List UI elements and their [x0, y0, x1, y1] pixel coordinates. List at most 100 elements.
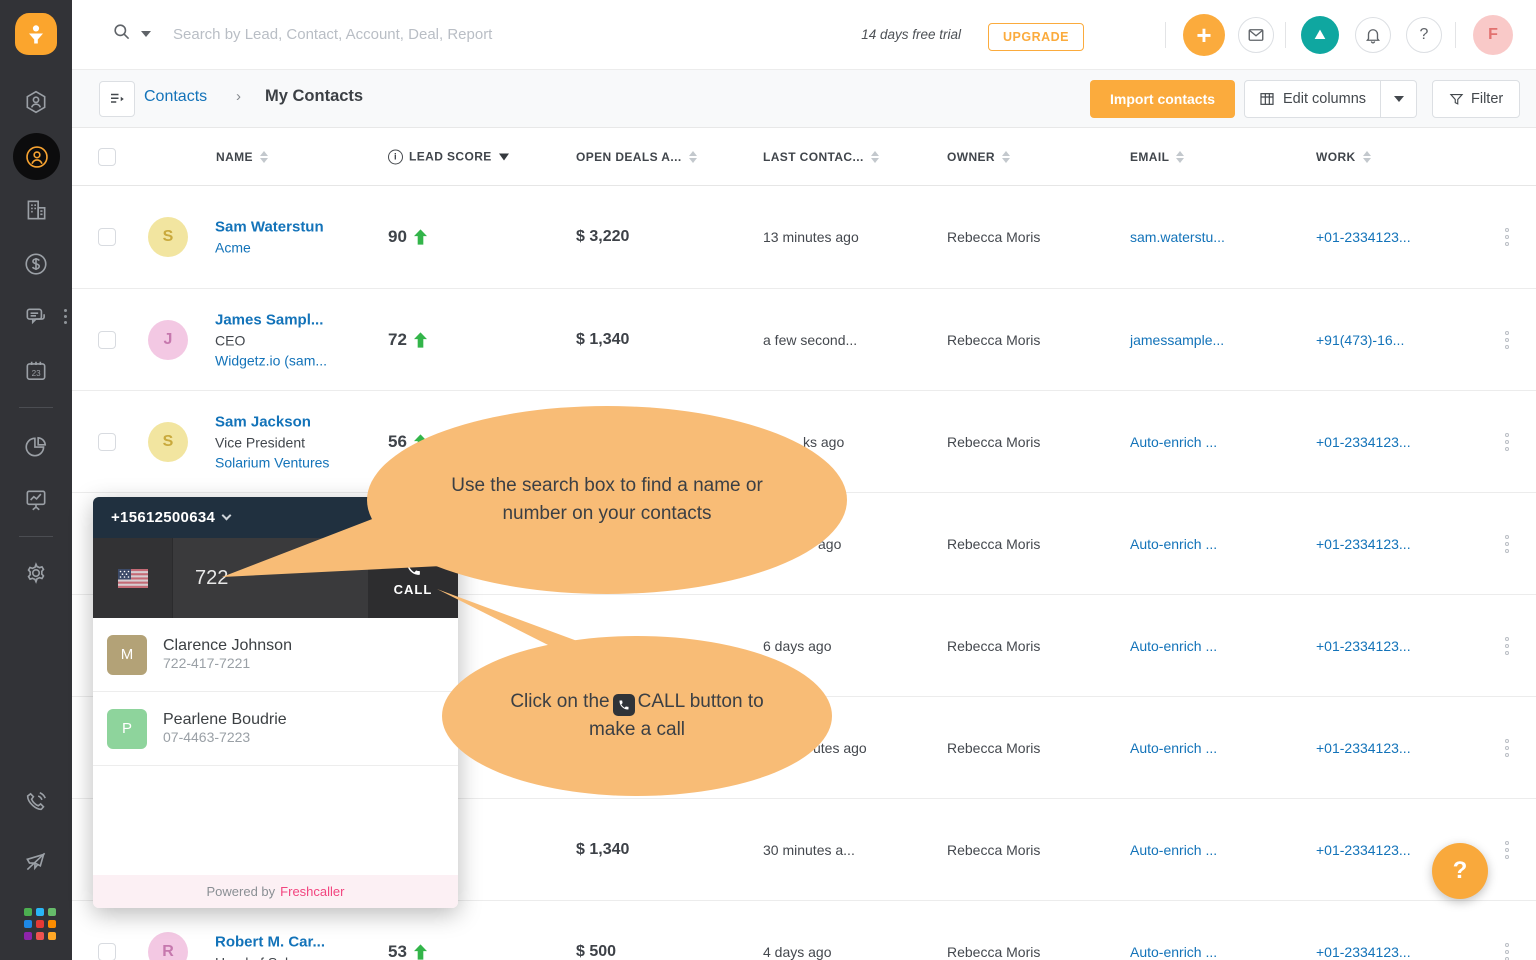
country-flag-selector[interactable] — [93, 538, 173, 618]
email-link[interactable]: Auto-enrich ... — [1130, 638, 1217, 654]
chevron-down-icon[interactable] — [222, 511, 232, 521]
col-header-owner[interactable]: OWNER — [947, 150, 1010, 164]
global-search[interactable]: Search by Lead, Contact, Account, Deal, … — [112, 22, 492, 46]
freshworks-switcher-icon[interactable] — [1301, 16, 1339, 54]
table-row[interactable]: R Robert M. Car... Head of Sales 53 $ 50… — [72, 900, 1536, 960]
contact-name-link[interactable]: James Sampl... — [215, 311, 380, 328]
last-contacted-value: 30 minutes a... — [763, 842, 855, 858]
help-button[interactable]: ? — [1406, 17, 1442, 53]
sidebar-item-campaigns[interactable] — [0, 840, 72, 884]
app-grid-icon[interactable] — [24, 908, 56, 940]
email-link[interactable]: jamessample... — [1130, 332, 1224, 348]
sidebar-item-phone[interactable] — [0, 780, 72, 824]
dialer-contact-item[interactable]: M Clarence Johnson 722-417-7221 — [93, 618, 458, 692]
notifications-button[interactable] — [1355, 17, 1391, 53]
row-checkbox[interactable] — [98, 331, 116, 349]
email-link[interactable]: Auto-enrich ... — [1130, 842, 1217, 858]
dialer-contact-item[interactable]: P Pearlene Boudrie 07-4463-7223 — [93, 692, 458, 766]
email-link[interactable]: Auto-enrich ... — [1130, 434, 1217, 450]
col-header-work[interactable]: WORK — [1316, 150, 1371, 164]
sidebar-item-accounts[interactable] — [0, 188, 72, 232]
sort-desc-icon[interactable] — [499, 153, 509, 160]
upgrade-button[interactable]: UPGRADE — [988, 23, 1084, 51]
sidebar-item-deals[interactable] — [0, 242, 72, 286]
sidebar-item-conversations[interactable] — [0, 296, 72, 340]
work-phone-link[interactable]: +01-2334123... — [1316, 740, 1411, 756]
edit-columns-caret-button[interactable] — [1381, 80, 1417, 118]
work-phone-link[interactable]: +01-2334123... — [1316, 536, 1411, 552]
contact-company-link[interactable]: Acme — [215, 240, 380, 256]
view-selector-button[interactable] — [99, 81, 135, 117]
col-header-lead-score[interactable]: i LEAD SCORE — [388, 149, 509, 164]
col-header-open-deals[interactable]: OPEN DEALS A... — [576, 150, 697, 164]
sidebar-item-dashboard[interactable] — [0, 425, 72, 469]
row-menu-dots[interactable] — [1505, 228, 1509, 246]
table-row[interactable]: J James Sampl... CEO Widgetz.io (sam... … — [72, 288, 1536, 390]
owner-value: Rebecca Moris — [947, 740, 1040, 756]
user-avatar[interactable]: F — [1473, 15, 1513, 55]
work-phone-link[interactable]: +01-2334123... — [1316, 944, 1411, 960]
row-menu-dots[interactable] — [1505, 739, 1509, 757]
sidebar-item-settings[interactable] — [0, 551, 72, 595]
conversations-overflow-dots[interactable] — [64, 309, 67, 324]
search-placeholder[interactable]: Search by Lead, Contact, Account, Deal, … — [173, 26, 492, 43]
open-deals-value: $ 1,340 — [576, 841, 629, 859]
freshsales-logo[interactable] — [15, 13, 57, 55]
row-checkbox[interactable] — [98, 433, 116, 451]
sort-icon[interactable] — [1002, 151, 1010, 163]
row-menu-dots[interactable] — [1505, 943, 1509, 960]
row-menu-dots[interactable] — [1505, 841, 1509, 859]
contact-company-link[interactable]: Solarium Ventures — [215, 454, 380, 470]
row-menu-dots[interactable] — [1505, 535, 1509, 553]
row-menu-dots[interactable] — [1505, 637, 1509, 655]
sidebar-item-reports[interactable] — [0, 478, 72, 522]
search-scope-caret-icon[interactable] — [141, 31, 151, 37]
contact-company-link[interactable]: Widgetz.io (sam... — [215, 352, 380, 368]
work-phone-link[interactable]: +01-2334123... — [1316, 229, 1411, 245]
row-menu-dots[interactable] — [1505, 331, 1509, 349]
help-fab-button[interactable]: ? — [1432, 843, 1488, 899]
sort-icon[interactable] — [689, 151, 697, 163]
contact-name-link[interactable]: Sam Jackson — [215, 413, 380, 430]
work-phone-link[interactable]: +01-2334123... — [1316, 638, 1411, 654]
trial-text: 14 days free trial — [861, 27, 961, 42]
sidebar-item-calendar[interactable]: 23 — [0, 349, 72, 393]
work-phone-link[interactable]: +01-2334123... — [1316, 434, 1411, 450]
contact-avatar: M — [107, 635, 147, 675]
work-phone-link[interactable]: +91(473)-16... — [1316, 332, 1404, 348]
filter-button[interactable]: Filter — [1432, 80, 1520, 118]
sort-icon[interactable] — [260, 151, 268, 163]
open-deals-value: $ 500 — [576, 943, 616, 960]
info-icon[interactable]: i — [388, 149, 403, 164]
col-header-last-contacted[interactable]: LAST CONTAC... — [763, 150, 879, 164]
import-contacts-button[interactable]: Import contacts — [1090, 80, 1235, 118]
last-contacted-value: a few second... — [763, 332, 857, 348]
col-header-email[interactable]: EMAIL — [1130, 150, 1184, 164]
contact-name-link[interactable]: Sam Waterstun — [215, 219, 380, 236]
sort-icon[interactable] — [871, 151, 879, 163]
email-link[interactable]: Auto-enrich ... — [1130, 740, 1217, 756]
row-checkbox[interactable] — [98, 943, 116, 960]
quick-add-button[interactable]: + — [1183, 14, 1225, 56]
call-tip-text: Click on theCALL button to make a call — [487, 688, 787, 744]
table-row[interactable]: S Sam Waterstun Acme 90 $ 3,220 13 minut… — [72, 186, 1536, 288]
edit-columns-button[interactable]: Edit columns — [1244, 80, 1381, 118]
breadcrumb-contacts-link[interactable]: Contacts — [144, 88, 207, 106]
row-menu-dots[interactable] — [1505, 433, 1509, 451]
caller-number: +15612500634 — [111, 509, 215, 526]
email-button[interactable] — [1238, 17, 1274, 53]
email-link[interactable]: Auto-enrich ... — [1130, 536, 1217, 552]
contact-avatar: S — [148, 422, 188, 462]
select-all-checkbox[interactable] — [98, 148, 116, 166]
freshcaller-brand-link[interactable]: Freshcaller — [280, 884, 344, 899]
sidebar-item-contacts-active[interactable] — [13, 133, 60, 180]
sort-icon[interactable] — [1363, 151, 1371, 163]
email-link[interactable]: Auto-enrich ... — [1130, 944, 1217, 960]
col-header-name[interactable]: NAME — [216, 150, 268, 164]
work-phone-link[interactable]: +01-2334123... — [1316, 842, 1411, 858]
sidebar-item-leads[interactable] — [0, 80, 72, 124]
email-link[interactable]: sam.waterstu... — [1130, 229, 1225, 245]
sort-icon[interactable] — [1176, 151, 1184, 163]
contact-name-link[interactable]: Robert M. Car... — [215, 933, 380, 950]
row-checkbox[interactable] — [98, 228, 116, 246]
